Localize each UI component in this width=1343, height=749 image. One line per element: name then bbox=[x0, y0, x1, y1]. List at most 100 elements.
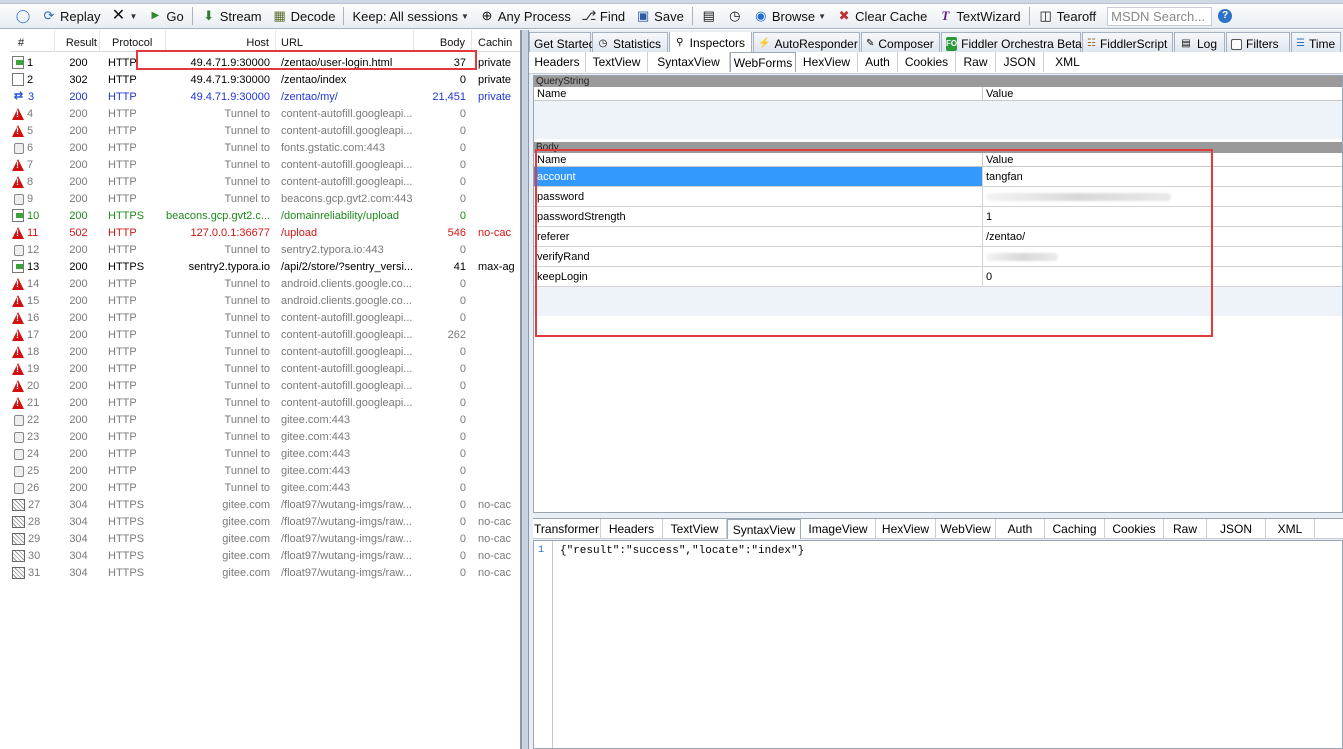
column-result[interactable]: Result bbox=[55, 30, 100, 52]
req-tab-syntaxview[interactable]: SyntaxView bbox=[648, 52, 730, 72]
session-row[interactable]: 12 200 HTTP Tunnel to sentry2.typora.io:443 0 bbox=[12, 241, 520, 258]
session-row[interactable]: 13 200 HTTPS sentry2.typora.io/api/2/store/… bbox=[12, 258, 520, 275]
session-row[interactable]: 22 200 HTTP Tunnel to gitee.com:443 0 bbox=[12, 411, 520, 428]
pane-splitter[interactable] bbox=[521, 30, 529, 749]
session-row[interactable]: 31 304 HTTPS gitee.com/float97/wutang-imgs/… bbox=[12, 564, 520, 581]
url-cell: /api/2/store/?sentry_versi... bbox=[281, 260, 414, 273]
decode-button[interactable]: ▦ Decode bbox=[267, 5, 341, 27]
resp-tab-cookies[interactable]: Cookies bbox=[1105, 519, 1164, 539]
session-row[interactable]: 7 200 HTTP Tunnel to content-autofill.google… bbox=[12, 156, 520, 173]
tab-filters[interactable]: Filters bbox=[1226, 32, 1290, 52]
resp-tab-syntaxview[interactable]: SyntaxView bbox=[727, 519, 801, 539]
resp-tab-imageview[interactable]: ImageView bbox=[801, 519, 876, 539]
body-size-cell: 0 bbox=[459, 498, 466, 511]
tab-get-started[interactable]: Get Started bbox=[529, 32, 595, 52]
req-tab-cookies[interactable]: Cookies bbox=[898, 52, 956, 72]
session-row[interactable]: 19 200 HTTP Tunnel to content-autofill.googl… bbox=[12, 360, 520, 377]
session-row[interactable]: 26 200 HTTP Tunnel to gitee.com:443 0 bbox=[12, 479, 520, 496]
session-row[interactable]: 14 200 HTTP Tunnel to android.clients.google… bbox=[12, 275, 520, 292]
column-caching[interactable]: Cachin bbox=[472, 30, 520, 52]
result-cell: 200 bbox=[69, 379, 88, 392]
resp-tab-caching[interactable]: Caching bbox=[1045, 519, 1105, 539]
timer-button[interactable]: ◷ bbox=[722, 5, 748, 27]
req-tab-xml[interactable]: XML bbox=[1044, 52, 1091, 72]
session-row[interactable]: 11 502 HTTP 127.0.0.1:36677/upload 546 no-cac bbox=[12, 224, 520, 241]
session-row[interactable]: 20 200 HTTP Tunnel to content-autofill.googl… bbox=[12, 377, 520, 394]
session-row[interactable]: 25 200 HTTP Tunnel to gitee.com:443 0 bbox=[12, 462, 520, 479]
resp-tab-headers[interactable]: Headers bbox=[601, 519, 663, 539]
session-row[interactable]: 16 200 HTTP Tunnel to content-autofill.googl… bbox=[12, 309, 520, 326]
session-row[interactable]: 9 200 HTTP Tunnel to beacons.gcp.gvt2.com:44… bbox=[12, 190, 520, 207]
querystring-value-column[interactable]: Value bbox=[983, 87, 1342, 100]
req-tab-hexview[interactable]: HexView bbox=[796, 52, 858, 72]
querystring-name-column[interactable]: Name bbox=[534, 87, 983, 100]
column-url[interactable]: URL bbox=[276, 30, 414, 52]
session-row[interactable]: 2 302 HTTP 49.4.71.9:30000/zentao/index 0 pri… bbox=[12, 71, 520, 88]
resp-tab-raw[interactable]: Raw bbox=[1164, 519, 1207, 539]
remove-button[interactable]: ✕ ▼ bbox=[105, 5, 142, 27]
response-syntaxview[interactable]: 1 {"result":"success","locate":"index"} bbox=[533, 540, 1343, 749]
session-row[interactable]: ⇄ 3 200 HTTP 49.4.71.9:30000/zentao/my/21,45… bbox=[12, 88, 520, 105]
column-host[interactable]: Host bbox=[166, 30, 276, 52]
tab-composer[interactable]: ✎ Composer bbox=[861, 32, 940, 52]
body-size-cell: 21,451 bbox=[432, 90, 466, 103]
tab-statistics[interactable]: ◷ Statistics bbox=[592, 32, 668, 52]
resp-tab-webview[interactable]: WebView bbox=[936, 519, 996, 539]
keep-sessions-dropdown[interactable]: Keep: All sessions ▼ bbox=[347, 5, 473, 27]
session-row[interactable]: 28 304 HTTPS gitee.com/float97/wutang-imgs/… bbox=[12, 513, 520, 530]
session-row[interactable]: 4 200 HTTP Tunnel to content-autofill.google… bbox=[12, 105, 520, 122]
resp-tab-auth[interactable]: Auth bbox=[996, 519, 1045, 539]
req-tab-textview[interactable]: TextView bbox=[586, 52, 648, 72]
session-row[interactable]: 17 200 HTTP Tunnel to content-autofill.googl… bbox=[12, 326, 520, 343]
textwizard-button[interactable]: T TextWizard bbox=[932, 5, 1025, 27]
tab-fiddlerscript[interactable]: ☷ FiddlerScript bbox=[1082, 32, 1173, 52]
session-number-cell: 10 bbox=[12, 209, 57, 222]
req-tab-auth[interactable]: Auth bbox=[858, 52, 898, 72]
screenshot-button[interactable]: ▤ bbox=[696, 5, 722, 27]
column-body[interactable]: Body bbox=[414, 30, 472, 52]
resp-tab-json[interactable]: JSON bbox=[1207, 519, 1266, 539]
tab-log[interactable]: ▤ Log bbox=[1174, 32, 1225, 52]
tearoff-button[interactable]: ◫ Tearoff bbox=[1033, 5, 1102, 27]
req-tab-raw[interactable]: Raw bbox=[956, 52, 996, 72]
result-cell: 200 bbox=[69, 90, 88, 103]
clear-cache-button[interactable]: ✖ Clear Cache bbox=[831, 5, 932, 27]
session-row[interactable]: 10 200 HTTPS beacons.gcp.gvt2.c... /domainre… bbox=[12, 207, 520, 224]
stream-button[interactable]: ⬇ Stream bbox=[196, 5, 267, 27]
column-protocol[interactable]: Protocol bbox=[100, 30, 166, 52]
req-tab-json[interactable]: JSON bbox=[996, 52, 1044, 72]
chevron-down-icon: ▼ bbox=[129, 11, 138, 21]
tab-inspectors[interactable]: ⚲ Inspectors bbox=[669, 32, 752, 52]
session-row[interactable]: 18 200 HTTP Tunnel to content-autofill.googl… bbox=[12, 343, 520, 360]
column-number[interactable]: # bbox=[10, 30, 55, 52]
tab-timeline[interactable]: ☰ Time bbox=[1291, 32, 1341, 52]
session-row[interactable]: 30 304 HTTPS gitee.com/float97/wutang-imgs/… bbox=[12, 547, 520, 564]
session-row[interactable]: 5 200 HTTP Tunnel to content-autofill.google… bbox=[12, 122, 520, 139]
session-row[interactable]: 29 304 HTTPS gitee.com/float97/wutang-imgs/… bbox=[12, 530, 520, 547]
session-row[interactable]: 6 200 HTTP Tunnel to fonts.gstatic.com:443 0 bbox=[12, 139, 520, 156]
warning-icon bbox=[12, 294, 24, 307]
req-tab-headers[interactable]: Headers bbox=[529, 52, 586, 72]
replay-button[interactable]: ⟳ Replay bbox=[36, 5, 105, 27]
tab-fiddler-orchestra[interactable]: FO Fiddler Orchestra Beta bbox=[941, 32, 1082, 52]
req-tab-webforms[interactable]: WebForms bbox=[730, 52, 796, 72]
save-button[interactable]: ▣ Save bbox=[630, 5, 689, 27]
msdn-search-input[interactable]: MSDN Search... bbox=[1107, 6, 1213, 26]
resp-tab-transformer[interactable]: Transformer bbox=[533, 519, 601, 539]
browse-button[interactable]: ◉ Browse ▼ bbox=[748, 5, 831, 27]
session-row[interactable]: 21 200 HTTP Tunnel to content-autofill.googl… bbox=[12, 394, 520, 411]
session-row[interactable]: 27 304 HTTPS gitee.com/float97/wutang-imgs/… bbox=[12, 496, 520, 513]
session-row[interactable]: 24 200 HTTP Tunnel to gitee.com:443 0 bbox=[12, 445, 520, 462]
find-button[interactable]: ⎇ Find bbox=[576, 5, 630, 27]
tab-autoresponder[interactable]: ⚡ AutoResponder bbox=[753, 32, 860, 52]
comment-button[interactable]: ◯ bbox=[10, 5, 36, 27]
help-icon[interactable]: ? bbox=[1218, 9, 1233, 23]
resp-tab-textview[interactable]: TextView bbox=[663, 519, 727, 539]
session-row[interactable]: 8 200 HTTP Tunnel to content-autofill.google… bbox=[12, 173, 520, 190]
session-row[interactable]: 15 200 HTTP Tunnel to android.clients.google… bbox=[12, 292, 520, 309]
resp-tab-hexview[interactable]: HexView bbox=[876, 519, 936, 539]
session-row[interactable]: 23 200 HTTP Tunnel to gitee.com:443 0 bbox=[12, 428, 520, 445]
resp-tab-xml[interactable]: XML bbox=[1266, 519, 1315, 539]
go-button[interactable]: ▶ Go bbox=[142, 5, 188, 27]
any-process-button[interactable]: ⊕ Any Process bbox=[474, 5, 576, 27]
